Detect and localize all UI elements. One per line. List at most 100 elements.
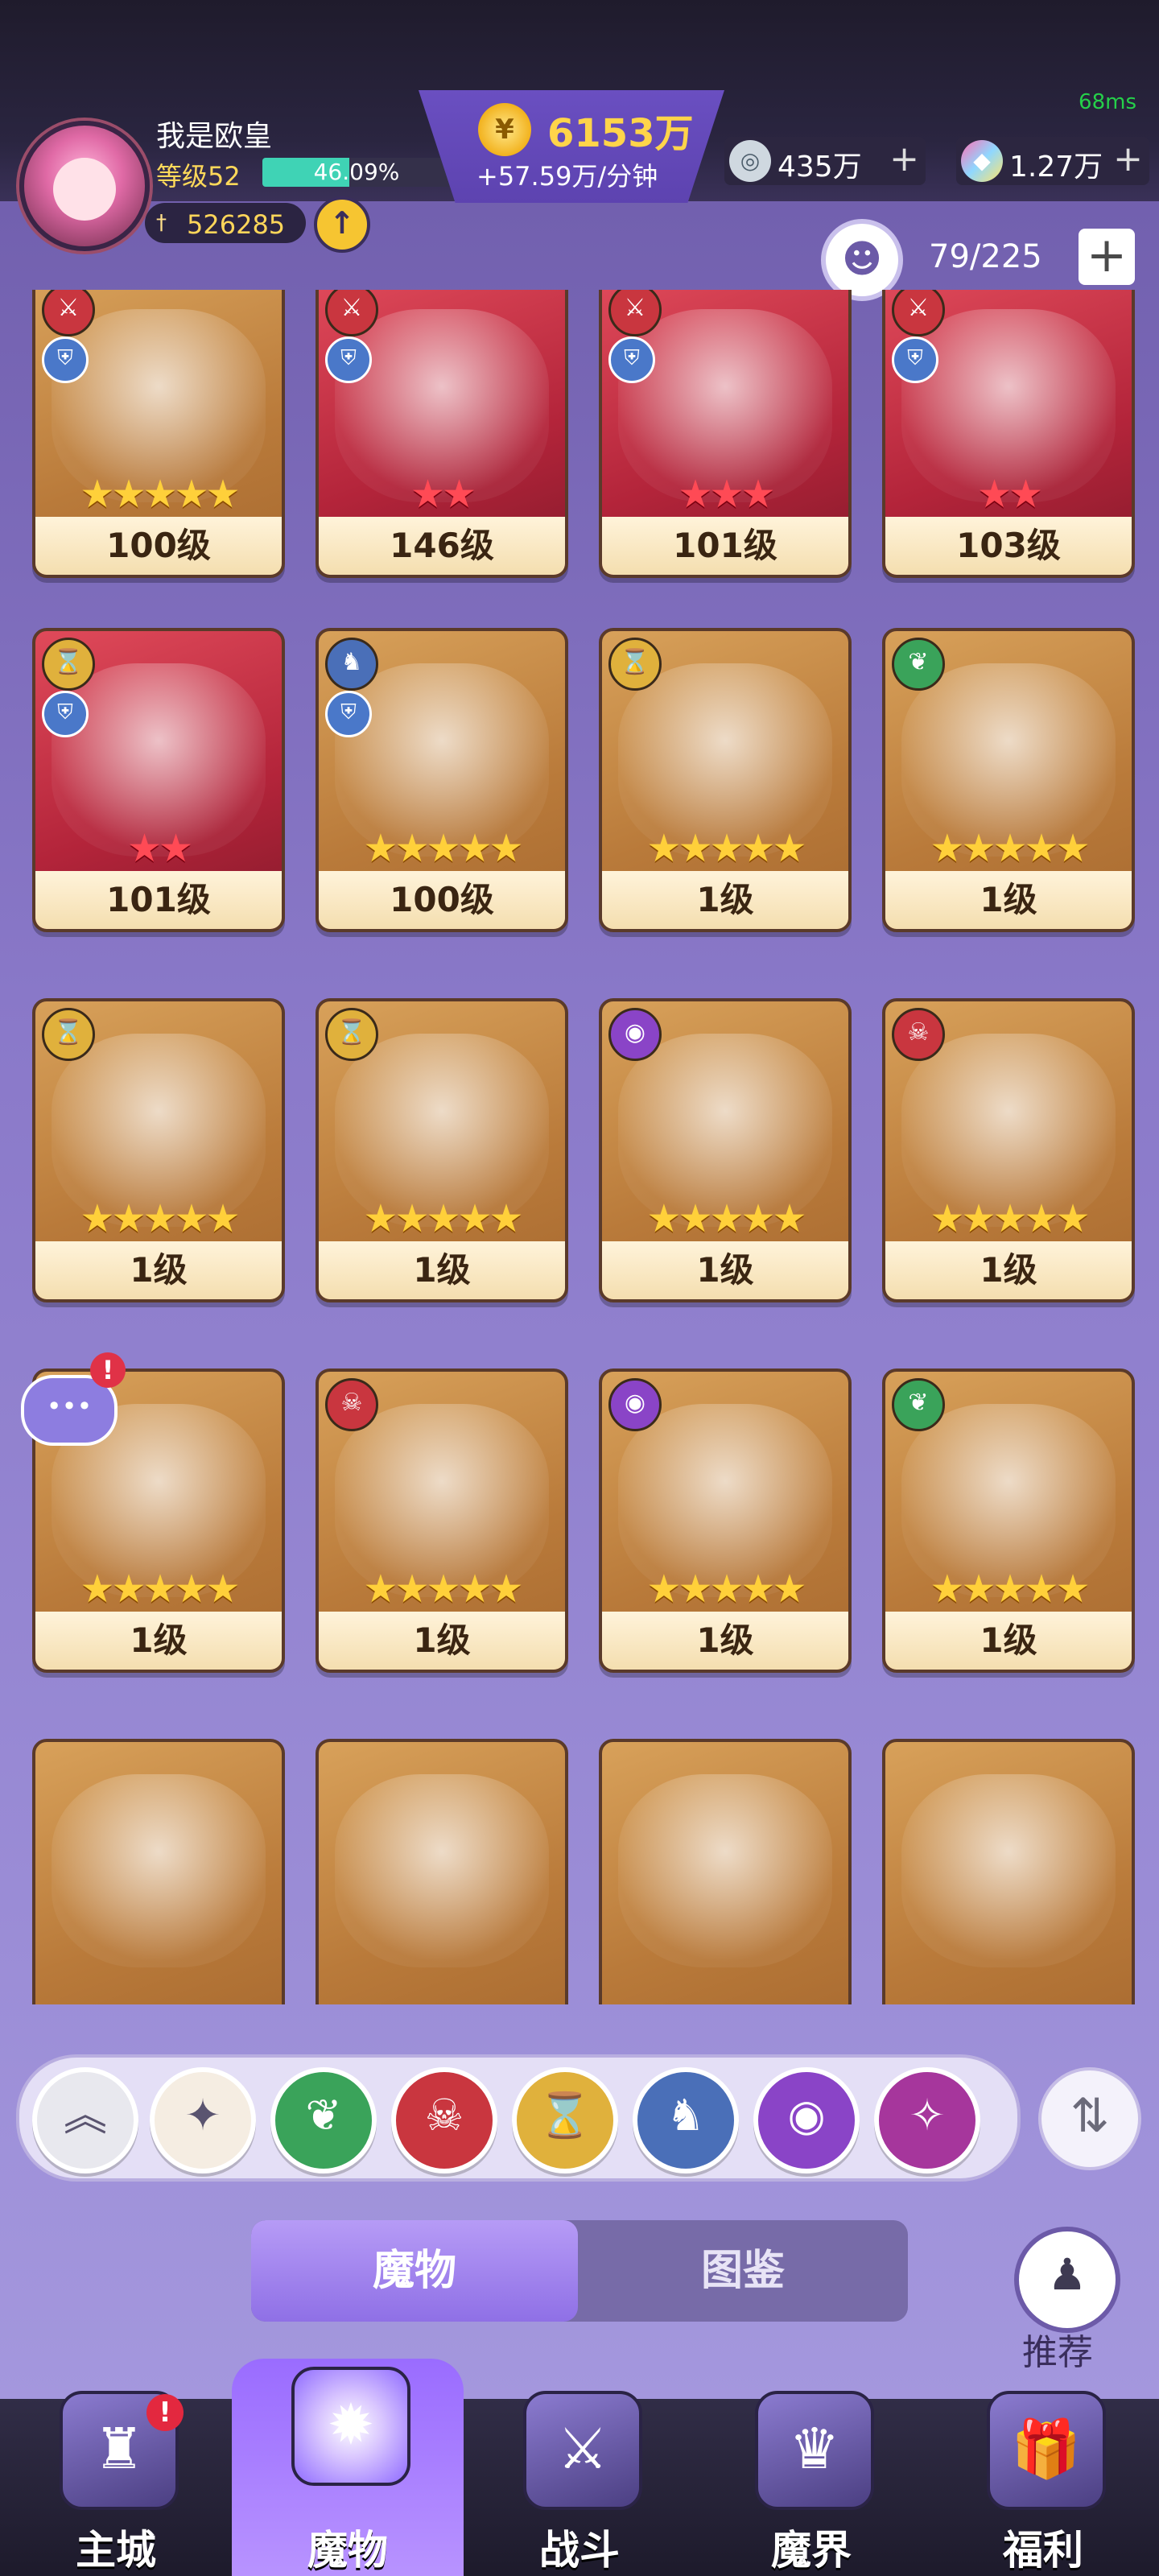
monster-card[interactable]: ⌛ ★★★★★ 1级 (599, 628, 852, 932)
monster-level: 1级 (696, 1250, 754, 1290)
monster-portrait (335, 1774, 549, 1967)
expand-capacity-button[interactable]: + (1079, 229, 1135, 285)
monster-card[interactable]: ⌛ ★★★★★ 1级 (32, 998, 285, 1302)
gold-coin-icon: ¥ (478, 103, 531, 156)
star-rating: ★★★★★ (930, 1567, 1090, 1612)
silver-amount: 435万 (777, 151, 862, 184)
shield-icon: ⛨ (325, 336, 372, 383)
star-rating: ★★ (410, 472, 476, 517)
monster-level: 101级 (673, 526, 777, 565)
monster-card[interactable] (316, 1739, 568, 2004)
gem-plus-icon[interactable]: + (1113, 138, 1143, 180)
shield-icon: ⛨ (608, 336, 655, 383)
silver-coin-icon: ◎ (729, 140, 771, 182)
faction-badge-icon: ⌛ (42, 638, 95, 691)
monster-portrait (52, 1774, 266, 1967)
monster-level: 146级 (390, 526, 494, 565)
gold-rate: +57.59万/分钟 (476, 161, 658, 192)
faction-badge-icon: ☠ (892, 1008, 945, 1061)
tab-monsters[interactable]: 魔物 (251, 2220, 578, 2322)
gem-amount: 1.27万 (1009, 151, 1103, 184)
filter-collapse-icon[interactable]: ︽ (32, 2067, 138, 2174)
monster-level: 1级 (980, 1250, 1037, 1290)
tab-codex[interactable]: 图鉴 (578, 2220, 908, 2322)
nav-home[interactable]: ♜ 主城 (0, 2375, 232, 2576)
recommend-label: 推荐 (1022, 2332, 1093, 2373)
monster-card[interactable]: ☠ ★★★★★ 1级 (316, 1368, 568, 1673)
avatar[interactable] (19, 121, 150, 251)
nav-label: 魔物 (307, 2527, 388, 2574)
monster-count: 79/225 (929, 238, 1042, 275)
faction-badge-icon: ⌛ (608, 638, 662, 691)
exp-bar: 46.09% (262, 158, 451, 187)
avatar-face (53, 158, 116, 221)
shield-icon: ⛨ (892, 336, 938, 383)
monster-card[interactable]: ⚔ ⛨ ★★★★★ 100级 (32, 290, 285, 578)
star-rating: ★★★ (678, 472, 775, 517)
monster-level: 1级 (696, 880, 754, 919)
nav-alert-icon: ! (146, 2394, 184, 2431)
filter-dragon-icon[interactable]: ♞ (633, 2067, 739, 2174)
silver-resource[interactable]: ◎ 435万 + (724, 137, 926, 185)
shield-icon: ⛨ (42, 336, 89, 383)
star-rating: ★★★★★ (930, 1196, 1090, 1241)
monster-count-icon: ☻ (821, 219, 903, 301)
faction-badge-icon: ☠ (325, 1378, 378, 1431)
monster-card[interactable]: ◉ ★★★★★ 1级 (599, 1368, 852, 1673)
monster-card[interactable]: ⚔ ⛨ ★★ 146级 (316, 290, 568, 578)
view-tabs: 魔物 图鉴 (251, 2220, 908, 2322)
star-rating: ★★★★★ (80, 472, 240, 517)
filter-nature-icon[interactable]: ❦ (270, 2067, 377, 2174)
monster-card[interactable]: ⌛ ⛨ ★★ 101级 (32, 628, 285, 932)
recommend-icon[interactable]: ♟ (1014, 2227, 1120, 2333)
sort-button[interactable]: ⇅ (1038, 2067, 1141, 2170)
filter-time-icon[interactable]: ⌛ (512, 2067, 618, 2174)
monster-level: 1级 (413, 1250, 471, 1290)
gem-resource[interactable]: ◆ 1.27万 + (956, 137, 1149, 185)
faction-badge-icon: ❦ (892, 1378, 945, 1431)
monster-level: 103级 (956, 526, 1061, 565)
nav-label: 战斗 (539, 2527, 620, 2574)
star-rating: ★★★★★ (646, 1567, 806, 1612)
filter-arcane-icon[interactable]: ✧ (874, 2067, 980, 2174)
nav-battle[interactable]: ⚔ 战斗 (464, 2375, 695, 2576)
nav-demon-realm-icon: ♛ (755, 2391, 874, 2510)
nav-label: 主城 (76, 2527, 156, 2574)
monster-level: 100级 (106, 526, 211, 565)
monster-card[interactable]: ❦ ★★★★★ 1级 (882, 1368, 1135, 1673)
nav-demon-realm[interactable]: ♛ 魔界 (695, 2375, 927, 2576)
star-rating: ★★★★★ (80, 1567, 240, 1612)
silver-plus-icon[interactable]: + (889, 138, 919, 180)
filter-all-icon[interactable]: ✦ (150, 2067, 256, 2174)
monster-card[interactable] (32, 1739, 285, 2004)
star-rating: ★★★★★ (363, 1196, 523, 1241)
faction-badge-icon: ◉ (608, 1378, 662, 1431)
shield-icon: ⛨ (325, 691, 372, 737)
monster-card[interactable]: ⌛ ★★★★★ 1级 (316, 998, 568, 1302)
monster-portrait (901, 1774, 1116, 1967)
monster-card[interactable]: ⚔ ⛨ ★★★ 101级 (599, 290, 852, 578)
nav-welfare-icon: 🎁 (987, 2391, 1106, 2510)
monster-level: 100级 (390, 880, 494, 919)
star-rating: ★★★★★ (80, 1196, 240, 1241)
star-rating: ★★★★★ (363, 1567, 523, 1612)
filter-demon-icon[interactable]: ☠ (391, 2067, 497, 2174)
monster-card[interactable] (882, 1739, 1135, 2004)
monster-card[interactable]: ☠ ★★★★★ 1级 (882, 998, 1135, 1302)
faction-badge-icon: ⌛ (325, 1008, 378, 1061)
filter-eye-icon[interactable]: ◉ (753, 2067, 860, 2174)
monster-card[interactable]: ◉ ★★★★★ 1级 (599, 998, 852, 1302)
monster-card[interactable]: ♞ ⛨ ★★★★★ 100级 (316, 628, 568, 932)
star-rating: ★★★★★ (646, 826, 806, 871)
nav-monsters[interactable]: ✹ 魔物 (232, 2359, 464, 2576)
monster-level: 1级 (980, 1620, 1037, 1660)
monster-level: 101级 (106, 880, 211, 919)
username: 我是欧皇 (156, 120, 273, 153)
monster-level: 1级 (413, 1620, 471, 1660)
nav-welfare[interactable]: 🎁 福利 (927, 2375, 1159, 2576)
monster-card[interactable]: ❦ ★★★★★ 1级 (882, 628, 1135, 932)
nav-label: 魔界 (771, 2527, 852, 2574)
power-up-icon[interactable]: ↑ (314, 196, 370, 253)
monster-card[interactable]: ⚔ ⛨ ★★ 103级 (882, 290, 1135, 578)
monster-card[interactable] (599, 1739, 852, 2004)
